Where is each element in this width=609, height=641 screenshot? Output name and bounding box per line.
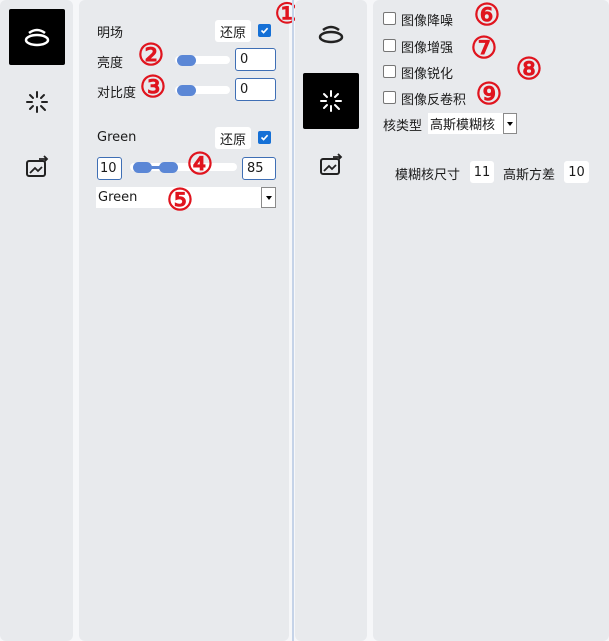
magic-wand-icon: [26, 91, 48, 113]
enhance-tool-button[interactable]: [9, 74, 65, 130]
brightfield-reset-button[interactable]: 还原: [215, 20, 251, 42]
export-tool-button[interactable]: [303, 137, 359, 193]
check-icon: [260, 134, 269, 141]
brightfield-tool-button[interactable]: [9, 9, 65, 65]
channel-title: Green: [97, 130, 137, 145]
image-export-icon: [26, 155, 49, 177]
brightfield-icon: [318, 25, 344, 44]
contrast-slider-knob[interactable]: [177, 85, 196, 96]
export-tool-button[interactable]: [9, 139, 65, 195]
annotation-4: ④: [186, 147, 214, 182]
denoise-checkbox[interactable]: [383, 12, 396, 25]
kernel-type-select[interactable]: 高斯模糊核: [428, 113, 517, 134]
variance-label: 高斯方差: [503, 168, 556, 183]
enhance-tool-button[interactable]: [303, 73, 359, 129]
channel-checkbox[interactable]: [258, 131, 271, 144]
deconvolution-checkbox[interactable]: [383, 91, 396, 104]
brightness-slider-knob[interactable]: [177, 55, 196, 66]
annotation-5: ⑤: [166, 183, 194, 218]
enhance-checkbox[interactable]: [383, 39, 396, 52]
enhance-label: 图像增强: [401, 41, 454, 56]
sharpen-label: 图像锐化: [401, 67, 454, 82]
contrast-input[interactable]: 0: [235, 78, 276, 101]
brightfield-title: 明场: [97, 26, 124, 41]
channel-reset-button[interactable]: 还原: [215, 127, 251, 149]
chevron-down-icon[interactable]: [503, 113, 517, 134]
brightfield-checkbox[interactable]: [258, 24, 271, 37]
left-toolbar: [0, 0, 73, 641]
channel-min-input[interactable]: 10: [97, 157, 122, 180]
kernel-size-label: 模糊核尺寸: [395, 168, 461, 183]
kernel-size-input[interactable]: 11: [470, 161, 494, 183]
channel-select-value: Green: [98, 190, 138, 205]
annotation-2: ②: [137, 38, 165, 73]
deconvolution-label: 图像反卷积: [401, 93, 467, 108]
chevron-down-icon[interactable]: [261, 187, 276, 208]
brightfield-icon: [24, 28, 50, 47]
image-export-icon: [320, 153, 343, 175]
right-toolbar: [295, 0, 367, 641]
annotation-6: ⑥: [473, 0, 501, 33]
brightness-label: 亮度: [97, 56, 124, 71]
denoise-label: 图像降噪: [401, 14, 454, 29]
annotation-7: ⑦: [470, 31, 498, 66]
contrast-label: 对比度: [97, 86, 137, 101]
annotation-3: ③: [139, 70, 167, 105]
kernel-type-label: 核类型: [383, 119, 423, 134]
panel-divider[interactable]: [292, 0, 294, 641]
annotation-8: ⑧: [515, 52, 543, 87]
kernel-type-value: 高斯模糊核: [430, 118, 496, 133]
magic-wand-icon: [320, 90, 342, 112]
brightfield-tool-button[interactable]: [303, 6, 359, 62]
channel-max-input[interactable]: 85: [242, 157, 276, 180]
sharpen-checkbox[interactable]: [383, 65, 396, 78]
channel-range-max-knob[interactable]: [159, 162, 178, 173]
check-icon: [260, 27, 269, 34]
variance-input[interactable]: 10: [564, 161, 589, 183]
annotation-9: ⑨: [475, 77, 503, 112]
brightness-input[interactable]: 0: [235, 48, 276, 71]
